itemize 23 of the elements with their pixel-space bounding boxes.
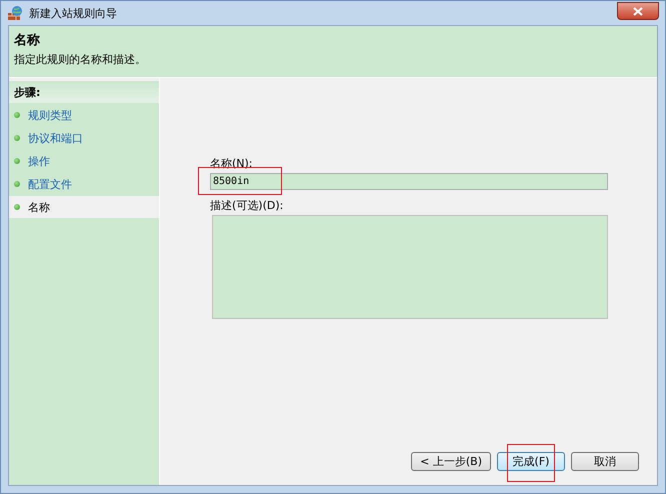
description-input[interactable] <box>212 215 608 319</box>
description-label: 描述(可选)(D): <box>210 198 284 213</box>
wizard-button[interactable]: 取消 <box>571 452 639 471</box>
step-item[interactable]: 规则类型 <box>9 104 159 126</box>
wizard-button[interactable]: 完成(F) <box>497 452 565 471</box>
step-item[interactable]: 操作 <box>9 150 159 172</box>
close-button[interactable] <box>617 2 659 20</box>
bullet-icon <box>14 158 20 164</box>
name-input[interactable]: 8500in <box>210 173 608 190</box>
step-item[interactable]: 名称 <box>9 196 159 218</box>
close-icon <box>633 6 643 16</box>
steps-title: 步骤: <box>9 81 159 103</box>
step-item[interactable]: 配置文件 <box>9 173 159 195</box>
wizard-button[interactable]: < 上一步(B) <box>411 452 491 471</box>
bullet-icon <box>14 112 20 118</box>
bullet-icon <box>14 181 20 187</box>
step-item[interactable]: 协议和端口 <box>9 127 159 149</box>
bullet-icon <box>14 135 20 141</box>
bullet-icon <box>14 204 20 210</box>
firewall-icon <box>7 5 23 21</box>
page-title: 名称 <box>14 32 41 49</box>
window-title: 新建入站规则向导 <box>29 6 117 20</box>
page-description: 指定此规则的名称和描述。 <box>14 52 147 67</box>
